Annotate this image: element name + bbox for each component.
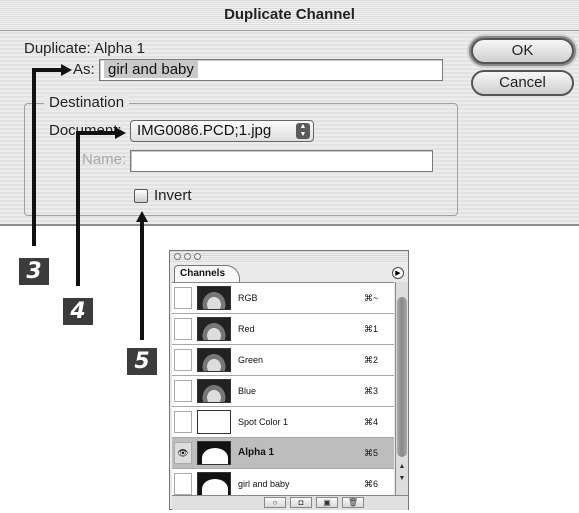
channel-thumbnail: [197, 317, 231, 341]
channel-thumbnail: [197, 410, 231, 434]
channel-row[interactable]: RGB ⌘~: [172, 283, 394, 314]
palette-title-bar[interactable]: [170, 251, 408, 263]
channel-thumbnail: [197, 472, 231, 496]
channel-name: Green: [238, 355, 264, 365]
channel-thumbnail: [197, 348, 231, 372]
close-icon[interactable]: [174, 253, 181, 260]
channel-shortcut: ⌘6: [364, 479, 379, 489]
callout-5: 5: [127, 348, 157, 375]
channel-shortcut: ⌘~: [364, 293, 379, 303]
channel-list-scrollbar[interactable]: ▲ ▼: [395, 282, 408, 495]
load-selection-icon[interactable]: ○: [264, 497, 286, 508]
scroll-up-icon[interactable]: ▲: [397, 462, 407, 472]
panel-menu-arrow-icon[interactable]: ▶: [392, 267, 404, 279]
channel-row-selected[interactable]: 👁 Alpha 1 ⌘5: [172, 438, 394, 469]
visibility-toggle[interactable]: [174, 411, 192, 433]
visibility-toggle[interactable]: [174, 287, 192, 309]
trash-icon[interactable]: 🗑: [342, 497, 364, 508]
channel-shortcut: ⌘3: [364, 386, 379, 396]
channel-name: RGB: [238, 293, 258, 303]
channel-name: Red: [238, 324, 255, 334]
channel-name: girl and baby: [238, 479, 290, 489]
new-channel-icon[interactable]: ▣: [316, 497, 338, 508]
callout-3: 3: [19, 258, 49, 285]
channel-shortcut: ⌘4: [364, 417, 379, 427]
scroll-down-icon[interactable]: ▼: [397, 474, 407, 484]
channel-name: Blue: [238, 386, 257, 396]
tab-channels[interactable]: Channels: [174, 265, 240, 282]
channel-row[interactable]: Green ⌘2: [172, 345, 394, 376]
channel-name: Spot Color 1: [238, 417, 289, 427]
channel-row[interactable]: Red ⌘1: [172, 314, 394, 345]
minimize-icon[interactable]: [184, 253, 191, 260]
visibility-toggle[interactable]: [174, 318, 192, 340]
channel-row[interactable]: girl and baby ⌘6: [172, 469, 394, 496]
visibility-toggle[interactable]: [174, 380, 192, 402]
visibility-toggle[interactable]: [174, 349, 192, 371]
channel-shortcut: ⌘1: [364, 324, 379, 334]
channel-shortcut: ⌘5: [364, 448, 379, 458]
palette-button-bar: ○ ◘ ▣ 🗑: [172, 495, 408, 510]
channel-thumbnail: [197, 379, 231, 403]
channel-thumbnail: [197, 441, 231, 465]
save-selection-icon[interactable]: ◘: [290, 497, 312, 508]
channel-row[interactable]: Spot Color 1 ⌘4: [172, 407, 394, 438]
channel-row[interactable]: Blue ⌘3: [172, 376, 394, 407]
channel-thumbnail: [197, 286, 231, 310]
scrollbar-thumb[interactable]: [397, 297, 407, 457]
channels-palette: Channels ▶ RGB ⌘~ Red ⌘1 Green ⌘2 Blue ⌘…: [169, 250, 409, 510]
visibility-toggle[interactable]: [174, 473, 192, 495]
channel-shortcut: ⌘2: [364, 355, 379, 365]
channel-name: Alpha 1: [238, 447, 275, 458]
zoom-icon[interactable]: [194, 253, 201, 260]
channel-list: RGB ⌘~ Red ⌘1 Green ⌘2 Blue ⌘3 Spot Colo…: [172, 282, 394, 496]
eye-icon[interactable]: 👁: [174, 442, 192, 464]
callout-4: 4: [63, 298, 93, 325]
